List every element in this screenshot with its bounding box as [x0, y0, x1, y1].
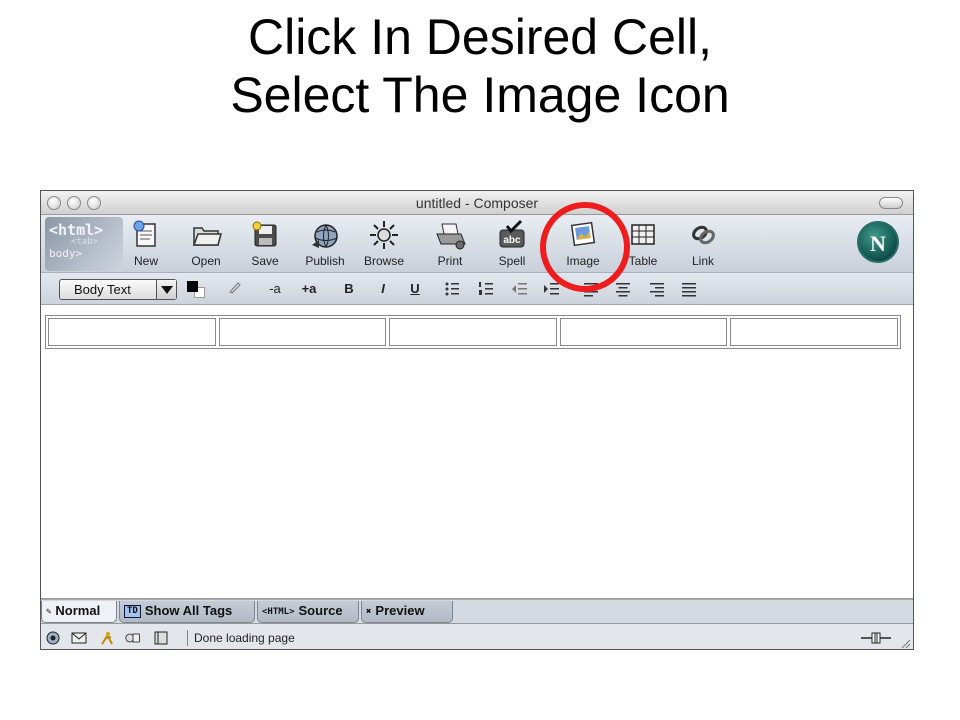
link-button[interactable]: Link — [676, 218, 730, 270]
td-tag-icon: TD — [124, 605, 141, 619]
status-message: Done loading page — [187, 630, 295, 646]
globe-publish-icon — [312, 224, 338, 248]
paragraph-style-select[interactable]: Body Text — [59, 279, 177, 300]
new-label: New — [133, 254, 158, 268]
svg-text:abc: abc — [503, 235, 521, 246]
tab-preview-label: Preview — [375, 603, 425, 618]
table-cell[interactable] — [218, 318, 387, 346]
justify-icon — [682, 283, 696, 297]
align-center-icon — [616, 283, 630, 297]
edit-mode-tabs: ✎ Normal TD Show All Tags <HTML> Source ✖ Pr… — [41, 599, 913, 623]
composition-toolbar: <html> <tab> body> New Open Save Publish… — [41, 215, 913, 273]
link-icon — [692, 225, 715, 245]
bullet-list-icon — [445, 282, 459, 296]
open-button[interactable]: Open — [179, 218, 233, 270]
paragraph-style-value: Body Text — [74, 282, 131, 297]
composer-icon[interactable] — [125, 631, 141, 645]
indent-icon — [544, 283, 559, 295]
mail-icon[interactable] — [71, 631, 87, 645]
tab-preview[interactable]: ✖ Preview — [361, 601, 453, 623]
security-icon[interactable] — [861, 632, 891, 644]
format-toolbar: Body Text -a +a B I U — [41, 273, 913, 305]
html-watermark-icon: <html> <tab> body> — [45, 217, 123, 271]
navigator-icon[interactable] — [45, 631, 61, 645]
bold-button[interactable]: B — [339, 279, 359, 299]
table-cell[interactable] — [389, 318, 557, 346]
pencil-icon — [229, 282, 241, 294]
open-label: Open — [191, 254, 221, 268]
address-book-icon[interactable] — [153, 631, 169, 645]
tab-show-all-tags[interactable]: TD Show All Tags — [119, 601, 255, 623]
publish-label: Publish — [305, 254, 345, 268]
chevron-down-icon[interactable] — [156, 280, 176, 299]
browse-label: Browse — [363, 254, 404, 268]
spell-button[interactable]: abc Spell — [485, 218, 539, 270]
print-label: Print — [437, 254, 463, 268]
editor-canvas[interactable] — [41, 305, 913, 599]
slide-title-line-2: Select The Image Icon — [230, 67, 730, 123]
slide-title-line-1: Click In Desired Cell, — [247, 9, 712, 65]
italic-button[interactable]: I — [373, 279, 393, 299]
spell-label: Spell — [498, 254, 526, 268]
netscape-logo-letter: N — [870, 231, 886, 256]
tab-source[interactable]: <HTML> Source — [257, 601, 359, 623]
toolbar-toggle-button[interactable] — [879, 197, 903, 209]
new-document-icon — [133, 220, 156, 247]
underline-button[interactable]: U — [405, 279, 425, 299]
align-right-icon — [650, 283, 664, 297]
composer-window: untitled - Composer <html> <tab> body> N… — [40, 190, 914, 650]
netscape-logo[interactable]: N — [857, 221, 899, 263]
text-color-swatch[interactable] — [187, 281, 198, 292]
printer-icon — [436, 223, 466, 250]
preview-icon: ✖ — [366, 606, 372, 617]
window-titlebar[interactable]: untitled - Composer — [41, 191, 913, 215]
disk-icon — [252, 221, 277, 247]
pen-icon: ✎ — [46, 606, 52, 617]
save-button[interactable]: Save — [238, 218, 292, 270]
print-button[interactable]: Print — [423, 218, 477, 270]
table-cell[interactable] — [48, 318, 216, 346]
badge-body-text: body> — [49, 247, 83, 260]
slide-title: Click In Desired Cell, Select The Image … — [0, 0, 960, 180]
save-label: Save — [251, 254, 279, 268]
folder-icon — [192, 227, 222, 246]
tab-normal[interactable]: ✎ Normal — [41, 601, 117, 623]
tab-show-all-tags-label: Show All Tags — [144, 603, 233, 618]
highlight-pencil-button[interactable] — [225, 279, 245, 299]
html-tag-icon: <HTML> — [262, 606, 295, 617]
numbered-list-icon — [479, 282, 493, 295]
resize-grip-icon[interactable] — [899, 637, 911, 649]
larger-text-button[interactable]: +a — [299, 279, 319, 299]
tab-source-label: Source — [298, 603, 343, 618]
highlight-circle — [540, 202, 630, 292]
table-cell[interactable] — [730, 318, 898, 346]
window-title: untitled - Composer — [415, 195, 539, 211]
table-icon — [631, 224, 655, 245]
instant-messenger-icon[interactable] — [99, 631, 115, 645]
spellcheck-icon: abc — [499, 219, 525, 248]
smaller-text-button[interactable]: -a — [265, 279, 285, 299]
status-bar: Done loading page — [41, 623, 913, 649]
badge-tab-text: <tab> — [71, 237, 99, 247]
compass-icon — [370, 221, 398, 249]
outdent-icon — [512, 283, 527, 295]
link-label: Link — [691, 254, 714, 268]
new-button[interactable]: New — [119, 218, 173, 270]
browse-button[interactable]: Browse — [357, 218, 411, 270]
html-table — [45, 315, 901, 349]
publish-button[interactable]: Publish — [298, 218, 352, 270]
table-cell[interactable] — [559, 318, 728, 346]
tab-normal-label: Normal — [55, 603, 101, 618]
